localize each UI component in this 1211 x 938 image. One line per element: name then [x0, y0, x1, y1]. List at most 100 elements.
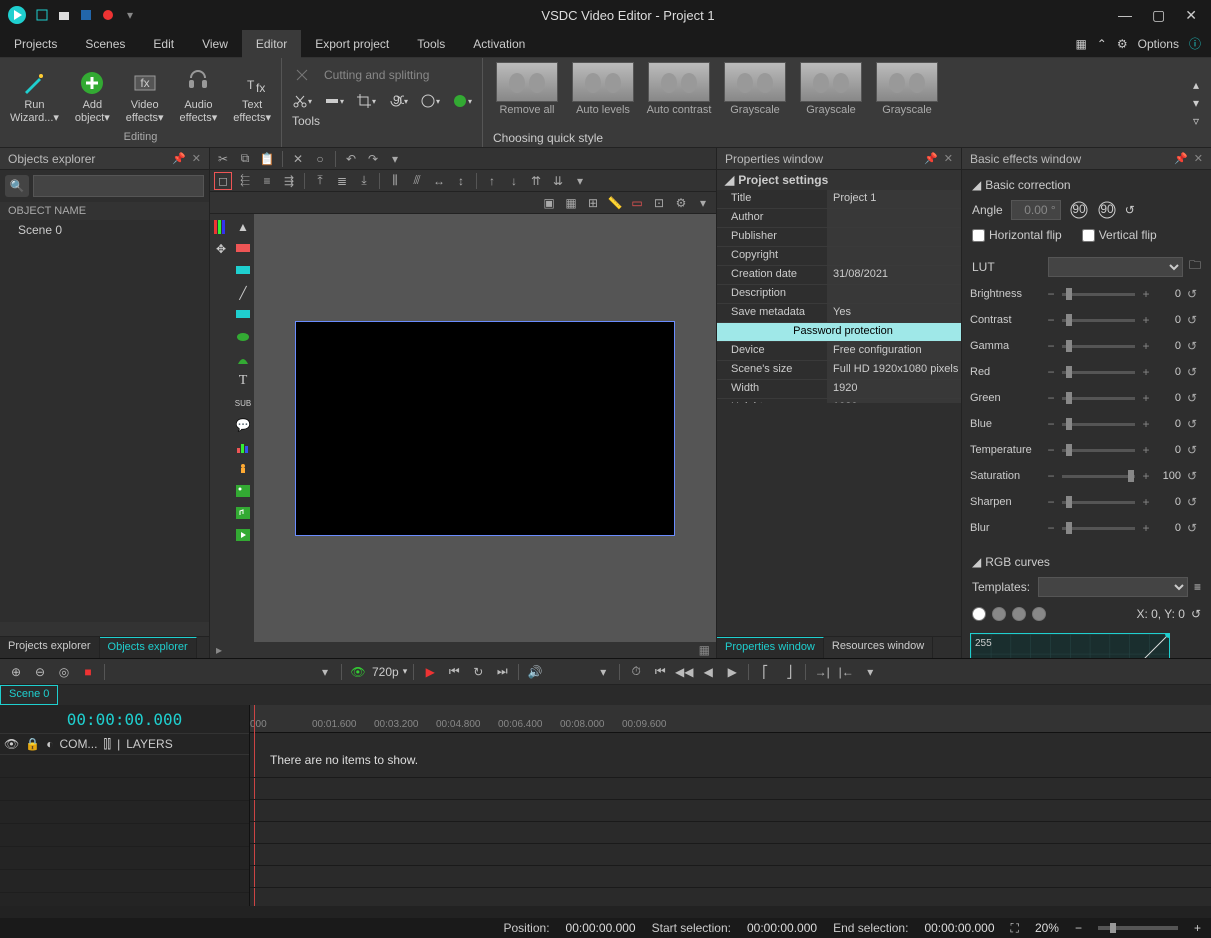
- tl-dropdown-icon[interactable]: ▾: [315, 662, 335, 682]
- align-right-icon[interactable]: ⇶: [280, 172, 298, 190]
- basic-correction-section[interactable]: ◢Basic correction: [970, 174, 1203, 196]
- zoom-slider[interactable]: [1098, 926, 1178, 930]
- ellipse-icon[interactable]: [234, 328, 252, 346]
- settings-gear-icon[interactable]: ⚙: [1117, 37, 1128, 51]
- cut-icon[interactable]: ✂: [214, 150, 232, 168]
- scene-tree-item[interactable]: Scene 0: [0, 220, 209, 240]
- rotate-cw-icon[interactable]: 90: [1097, 200, 1117, 220]
- mark-in-icon[interactable]: ⎡: [755, 662, 775, 682]
- rgb-channel-r[interactable]: [992, 607, 1006, 621]
- pointer-icon[interactable]: ▲: [234, 218, 252, 236]
- menu-edit[interactable]: Edit: [139, 30, 188, 58]
- shape-icon[interactable]: [234, 350, 252, 368]
- up-icon[interactable]: ↑: [483, 172, 501, 190]
- tab-projects-explorer[interactable]: Projects explorer: [0, 637, 100, 658]
- flip-h-checkbox[interactable]: Horizontal flip: [972, 228, 1062, 242]
- tl-circles-icon[interactable]: ◎: [54, 662, 74, 682]
- effects-close-icon[interactable]: ✕: [1194, 152, 1203, 165]
- audio-effects-button[interactable]: Audio effects▾: [176, 67, 222, 125]
- rgb-curve-canvas[interactable]: 255 128: [970, 633, 1170, 658]
- speed-icon[interactable]: ▾: [420, 91, 440, 111]
- minus-icon[interactable]: −: [1046, 417, 1056, 431]
- search-button[interactable]: 🔍: [5, 175, 29, 197]
- properties-pin-icon[interactable]: 📌: [924, 152, 938, 165]
- reset-icon[interactable]: ↺: [1187, 287, 1203, 301]
- align-left-icon[interactable]: ⬱: [236, 172, 254, 190]
- preview-canvas[interactable]: [254, 214, 716, 642]
- back-icon[interactable]: ⇊: [549, 172, 567, 190]
- slider-saturation[interactable]: Saturation − + 100 ↺: [970, 463, 1203, 489]
- pin-icon[interactable]: 📌: [172, 152, 186, 165]
- zoom-out-icon[interactable]: −: [1075, 921, 1082, 935]
- minus-icon[interactable]: −: [1046, 521, 1056, 535]
- zoom-in-icon[interactable]: +: [1194, 921, 1201, 935]
- skip-start-icon[interactable]: ⏮: [650, 662, 670, 682]
- prop-row[interactable]: Author: [717, 209, 961, 228]
- plus-icon[interactable]: +: [1141, 469, 1151, 483]
- gear-icon[interactable]: ⚙: [672, 194, 690, 212]
- style-thumb-4[interactable]: Grayscale: [797, 62, 865, 131]
- plus-icon[interactable]: +: [1141, 313, 1151, 327]
- grid-icon[interactable]: ⊞: [584, 194, 602, 212]
- slider-red[interactable]: Red − + 0 ↺: [970, 359, 1203, 385]
- prop-row[interactable]: DeviceFree configuration: [717, 342, 961, 361]
- ruler-icon[interactable]: 📏: [606, 194, 624, 212]
- sel-icon[interactable]: ▭: [628, 194, 646, 212]
- plus-icon[interactable]: +: [1141, 391, 1151, 405]
- align-bot-icon[interactable]: ⤓: [355, 172, 373, 190]
- slider-track[interactable]: [1062, 449, 1135, 452]
- menu-editor[interactable]: Editor: [242, 30, 301, 58]
- reset-icon[interactable]: ↺: [1187, 417, 1203, 431]
- slider-blur[interactable]: Blur − + 0 ↺: [970, 515, 1203, 541]
- prop-row[interactable]: Width1920: [717, 380, 961, 399]
- fill-rect-icon[interactable]: [234, 306, 252, 324]
- fx-icon[interactable]: ◐: [46, 737, 53, 751]
- tooltip-icon[interactable]: 💬: [234, 416, 252, 434]
- volume-icon[interactable]: 🔊: [525, 662, 545, 682]
- style-thumb-3[interactable]: Grayscale: [721, 62, 789, 131]
- styles-nav[interactable]: ▴▾▿: [1193, 58, 1211, 147]
- tl-prev-icon[interactable]: ⏮: [444, 662, 464, 682]
- rgb-channel-all[interactable]: [972, 607, 986, 621]
- rotate-ccw-icon[interactable]: 90: [1069, 200, 1089, 220]
- minus-icon[interactable]: −: [1046, 339, 1056, 353]
- minus-icon[interactable]: −: [1046, 495, 1056, 509]
- redo-icon[interactable]: ↷: [364, 150, 382, 168]
- plus-icon[interactable]: +: [1141, 443, 1151, 457]
- slider-temperature[interactable]: Temperature − + 0 ↺: [970, 437, 1203, 463]
- visibility-icon[interactable]: 👁: [4, 737, 19, 751]
- align-top-icon[interactable]: ⤒: [311, 172, 329, 190]
- play-button[interactable]: ▶: [420, 662, 440, 682]
- minus-icon[interactable]: −: [1046, 443, 1056, 457]
- reset-icon[interactable]: ↺: [1187, 443, 1203, 457]
- menu-export[interactable]: Export project: [301, 30, 403, 58]
- align-mid-icon[interactable]: ≣: [333, 172, 351, 190]
- image-icon[interactable]: [234, 482, 252, 500]
- prop-row[interactable]: Creation date31/08/2021: [717, 266, 961, 285]
- slider-track[interactable]: [1062, 397, 1135, 400]
- chevron-down-icon[interactable]: ▾: [694, 194, 712, 212]
- flip-v-checkbox[interactable]: Vertical flip: [1082, 228, 1157, 242]
- tl-remove-icon[interactable]: ⊖: [30, 662, 50, 682]
- chart-icon[interactable]: [234, 438, 252, 456]
- tab-properties[interactable]: Properties window: [717, 637, 824, 658]
- slider-gamma[interactable]: Gamma − + 0 ↺: [970, 333, 1203, 359]
- copy-icon[interactable]: ⧉: [236, 150, 254, 168]
- layout-icon[interactable]: ▦: [1075, 37, 1086, 51]
- properties-close-icon[interactable]: ✕: [944, 152, 953, 165]
- front-icon[interactable]: ⇈: [527, 172, 545, 190]
- color-icon[interactable]: ▾: [452, 91, 472, 111]
- select-tool-icon[interactable]: ◻: [214, 172, 232, 190]
- audio-icon[interactable]: [234, 504, 252, 522]
- tl-menu-icon[interactable]: ▾: [860, 662, 880, 682]
- timeline-scrollbar[interactable]: [0, 906, 1211, 918]
- razor-icon[interactable]: ▾: [324, 91, 344, 111]
- minus-icon[interactable]: −: [1046, 469, 1056, 483]
- align-center-icon[interactable]: ≡: [258, 172, 276, 190]
- slider-track[interactable]: [1062, 371, 1135, 374]
- plus-icon[interactable]: +: [1141, 287, 1151, 301]
- text-tool-icon[interactable]: T: [234, 372, 252, 390]
- tl-drop-icon[interactable]: ▾: [593, 662, 613, 682]
- subtitle-icon[interactable]: SUB: [234, 394, 252, 412]
- circle-icon[interactable]: ○: [311, 150, 329, 168]
